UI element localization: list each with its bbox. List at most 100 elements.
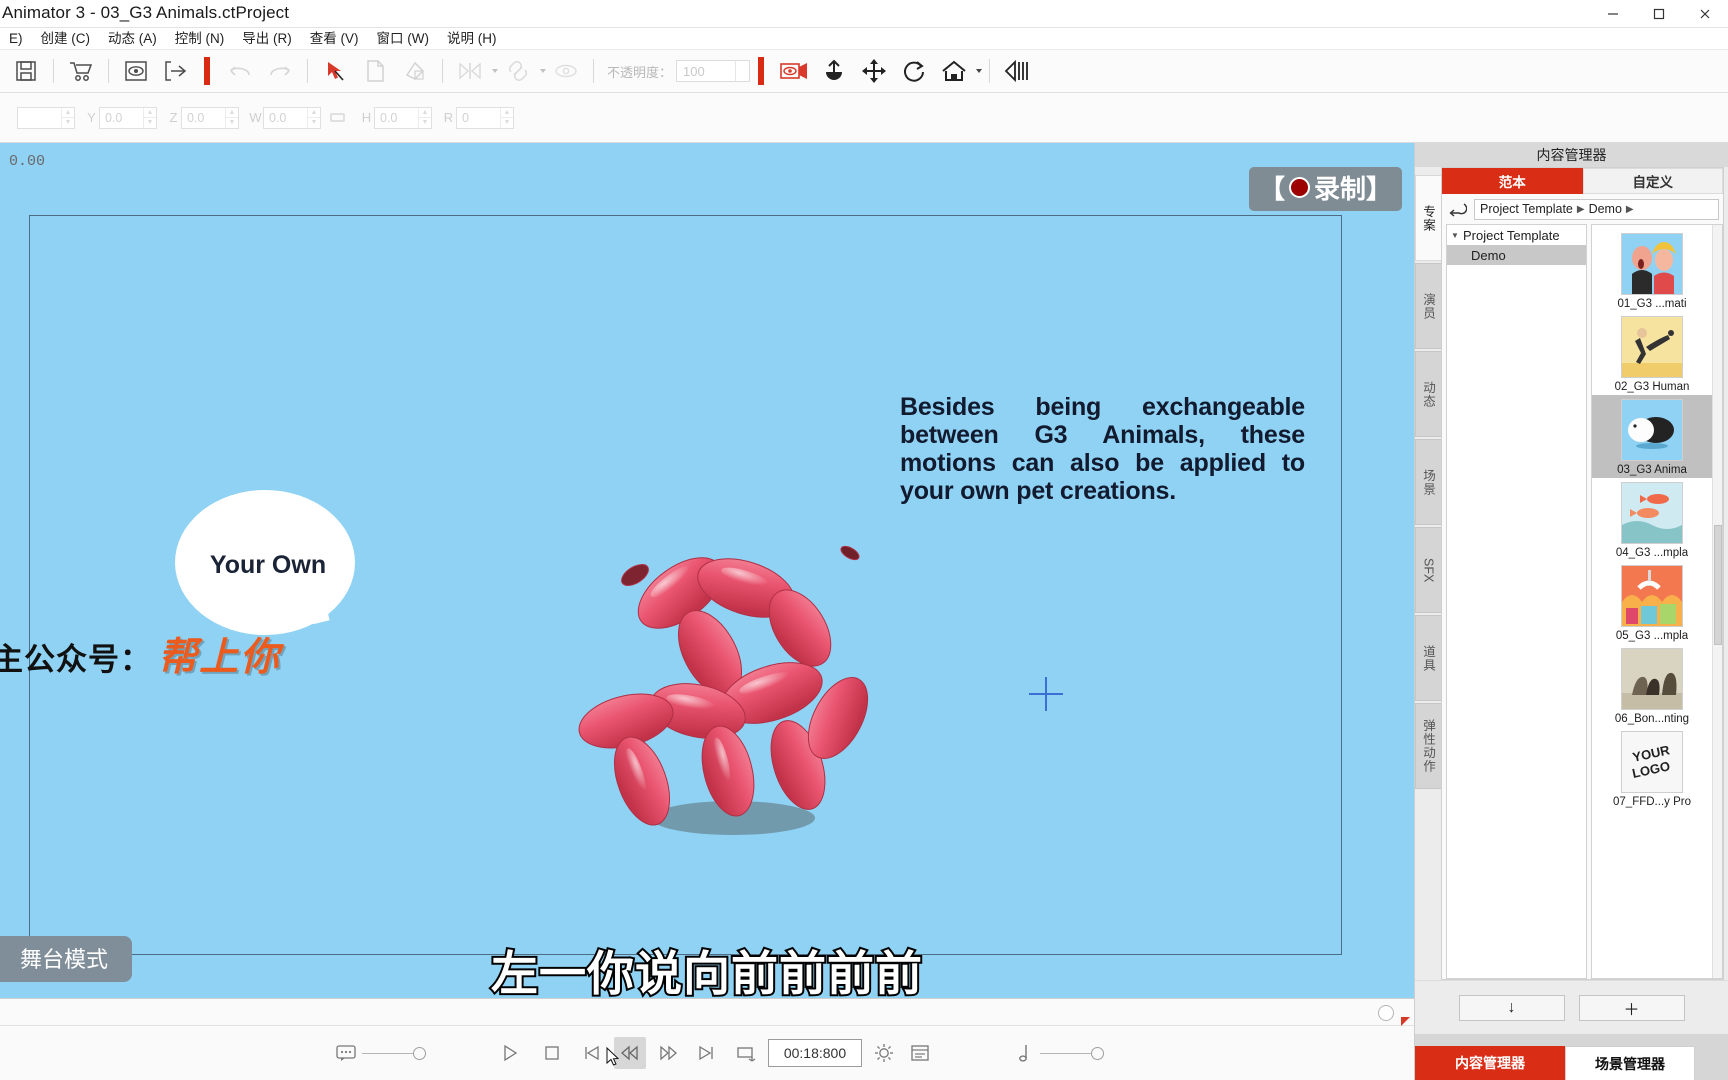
menu-item-create[interactable]: 创建 (C) <box>32 28 100 50</box>
maximize-icon[interactable] <box>1636 0 1682 28</box>
timeline-list-icon[interactable] <box>904 1037 936 1069</box>
prop-input-z[interactable]: 0.0 ▲ ▼ <box>181 106 239 129</box>
visibility-icon[interactable] <box>549 54 583 88</box>
list-item[interactable]: 01_G3 ...mati <box>1592 229 1712 312</box>
aspect-lock-toggle[interactable] <box>330 113 350 122</box>
prop-spinner-x[interactable]: ▲ ▼ <box>61 107 74 128</box>
tree-row-project-template[interactable]: ▼ Project Template <box>1447 225 1586 245</box>
list-item[interactable]: 05_G3 ...mpla <box>1592 561 1712 644</box>
prop-spinner-z[interactable]: ▲ ▼ <box>225 107 238 128</box>
prev-frame-button[interactable] <box>576 1037 608 1069</box>
tab-template[interactable]: 范本 <box>1442 168 1583 194</box>
paste-style-icon[interactable] <box>398 54 432 88</box>
menu-item-help[interactable]: 说明 (H) <box>438 28 506 50</box>
next-frame-button[interactable] <box>690 1037 722 1069</box>
prop-field-r[interactable]: R 0 ▲ ▼ <box>441 106 514 129</box>
prop-input-w[interactable]: 0.0 ▲ ▼ <box>263 106 321 129</box>
timeline-scrub-handle[interactable] <box>1378 1005 1394 1021</box>
record-face-icon[interactable] <box>777 54 811 88</box>
vtab-scene[interactable]: 场景 <box>1415 439 1441 525</box>
timeline-scrub-bar[interactable] <box>0 998 1414 1026</box>
align-icon[interactable] <box>453 54 487 88</box>
tree-row-demo[interactable]: Demo <box>1447 245 1586 265</box>
align-dropdown-caret-icon[interactable] <box>492 69 498 73</box>
redo-icon[interactable] <box>263 54 297 88</box>
tree-expand-caret-icon[interactable]: ▼ <box>1451 231 1463 240</box>
prop-input-r[interactable]: 0 ▲ ▼ <box>456 106 514 129</box>
menu-item-animation[interactable]: 动态 (A) <box>99 28 166 50</box>
caption-opacity-slider[interactable] <box>362 1046 426 1060</box>
opacity-input[interactable]: 100 <box>676 60 751 82</box>
audio-volume-slider[interactable] <box>1040 1046 1104 1060</box>
menu-item-view[interactable]: 查看 (V) <box>301 28 368 50</box>
menu-item-file[interactable]: E) <box>0 28 32 50</box>
prop-spinner-h[interactable]: ▲ ▼ <box>418 107 431 128</box>
breadcrumb-child[interactable]: Demo <box>1589 202 1622 216</box>
audio-note-icon[interactable] <box>1008 1037 1040 1069</box>
rotate-icon[interactable] <box>897 54 931 88</box>
balloon-dog-actor[interactable] <box>550 533 920 863</box>
undo-icon[interactable] <box>223 54 257 88</box>
download-button[interactable]: ↓ <box>1458 994 1565 1021</box>
prop-field-w[interactable]: W 0.0 ▲ ▼ <box>248 106 321 129</box>
preview-eye-icon[interactable] <box>119 54 153 88</box>
prop-spinner-r[interactable]: ▲ ▼ <box>500 107 513 128</box>
home-icon[interactable] <box>937 54 971 88</box>
tab-custom[interactable]: 自定义 <box>1582 168 1723 194</box>
list-item[interactable]: 03_G3 Anima <box>1592 395 1712 478</box>
link-icon[interactable] <box>501 54 535 88</box>
move-icon[interactable] <box>857 54 891 88</box>
prop-field-h[interactable]: H 0.0 ▲ ▼ <box>359 106 432 129</box>
list-item[interactable]: 04_G3 ...mpla <box>1592 478 1712 561</box>
play-button[interactable] <box>494 1037 526 1069</box>
minimize-icon[interactable] <box>1590 0 1636 28</box>
caption-toggle-icon[interactable] <box>330 1037 362 1069</box>
vtab-motion[interactable]: 动态 <box>1415 351 1441 437</box>
close-icon[interactable] <box>1682 0 1728 28</box>
stop-button[interactable] <box>536 1037 568 1069</box>
export-icon[interactable] <box>159 54 193 88</box>
render-settings-gear-icon[interactable] <box>868 1037 900 1069</box>
add-button[interactable]: ＋ <box>1578 994 1685 1021</box>
menu-item-export[interactable]: 导出 (R) <box>233 28 301 50</box>
back-arrow-icon[interactable] <box>1446 201 1468 217</box>
fast-forward-button[interactable] <box>652 1037 684 1069</box>
list-item[interactable]: YOUR LOGO 07_FFD...y Pro <box>1592 727 1712 810</box>
prop-input-y[interactable]: 0.0 ▲ ▼ <box>99 106 157 129</box>
menu-item-window[interactable]: 窗口 (W) <box>368 28 438 50</box>
content-item-grid[interactable]: 01_G3 ...mati 02_G3 Human 03_G3 Anima 04… <box>1591 224 1723 979</box>
select-arrow-icon[interactable] <box>318 54 352 88</box>
bottom-tab-content-manager[interactable]: 内容管理器 <box>1415 1046 1565 1080</box>
prop-input-h[interactable]: 0.0 ▲ ▼ <box>374 106 432 129</box>
stage-viewport[interactable]: 0.00 【 录制 】 Besides being exchangeable b… <box>0 143 1414 998</box>
bottom-tab-scene-manager[interactable]: 场景管理器 <box>1565 1046 1695 1080</box>
pivot-crosshair-icon[interactable] <box>1029 677 1063 711</box>
content-grid-scrollbar[interactable] <box>1712 225 1722 978</box>
prop-field-x[interactable]: ▲ ▼ <box>2 106 75 129</box>
flip-icon[interactable] <box>1000 54 1034 88</box>
vtab-project[interactable]: 专案 <box>1415 175 1441 261</box>
prop-field-y[interactable]: Y 0.0 ▲ ▼ <box>84 106 157 129</box>
prop-input-x[interactable]: ▲ ▼ <box>17 106 75 129</box>
caption-slider-knob[interactable] <box>413 1046 426 1060</box>
home-dropdown-caret-icon[interactable] <box>976 69 983 73</box>
cart-icon[interactable] <box>64 54 98 88</box>
vtab-elastic-motion[interactable]: 弹性动作 <box>1415 703 1441 789</box>
prop-spinner-w[interactable]: ▲ ▼ <box>307 107 320 128</box>
stage-text-paragraph[interactable]: Besides being exchangeable between G3 An… <box>900 393 1305 505</box>
link-dropdown-caret-icon[interactable] <box>540 69 546 73</box>
menu-item-control[interactable]: 控制 (N) <box>166 28 234 50</box>
vtab-actor[interactable]: 演员 <box>1415 263 1441 349</box>
prop-spinner-y[interactable]: ▲ ▼ <box>143 107 156 128</box>
loop-button[interactable] <box>730 1037 762 1069</box>
prop-field-z[interactable]: Z 0.0 ▲ ▼ <box>166 106 239 129</box>
vtab-prop[interactable]: 道具 <box>1415 615 1441 701</box>
content-grid-scrollbar-thumb[interactable] <box>1714 525 1722 645</box>
timecode-display[interactable]: 00:18:800 <box>768 1039 862 1067</box>
anchor-icon[interactable] <box>817 54 851 88</box>
volume-slider-knob[interactable] <box>1091 1046 1104 1060</box>
copy-icon[interactable] <box>358 54 392 88</box>
vtab-sfx[interactable]: SFX <box>1415 527 1441 613</box>
opacity-spinner[interactable] <box>735 61 749 81</box>
list-item[interactable]: 02_G3 Human <box>1592 312 1712 395</box>
